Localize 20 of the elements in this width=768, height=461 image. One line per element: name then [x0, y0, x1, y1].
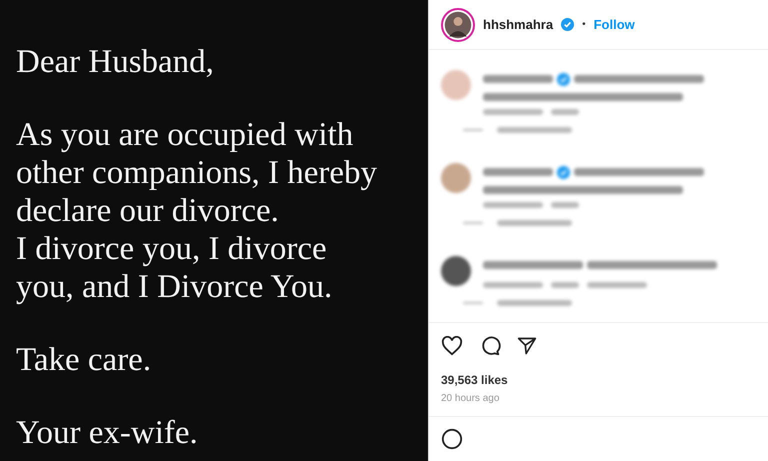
commenter-avatar[interactable] [441, 256, 471, 286]
avatar[interactable] [441, 8, 475, 42]
separator-dot: • [582, 18, 586, 32]
blurred-meta-text [551, 109, 579, 115]
blurred-comment-text [483, 75, 553, 83]
letter-paragraph: Your ex-wife. [16, 414, 198, 452]
blurred-meta-text [483, 282, 543, 288]
likes-count: 39,563 likes [441, 372, 509, 389]
letter-paragraph: As you are occupied with other companions, I hereby declare our divorce. I divorce you, I divorce you, and I Divorce You. [16, 116, 378, 306]
blurred-meta-text [483, 109, 543, 115]
letter-paragraph: Dear Husband, [16, 43, 214, 81]
letter-paragraph: Take care. [16, 341, 152, 379]
blurred-meta-text [551, 282, 579, 288]
blurred-comment-text [483, 168, 553, 176]
heart-icon[interactable] [441, 336, 463, 356]
username[interactable]: hhshmahra [483, 14, 554, 34]
post-time: 20 hours ago [441, 392, 500, 406]
blurred-meta-text [483, 202, 543, 208]
blurred-meta-text [551, 202, 579, 208]
share-icon[interactable] [517, 336, 537, 356]
